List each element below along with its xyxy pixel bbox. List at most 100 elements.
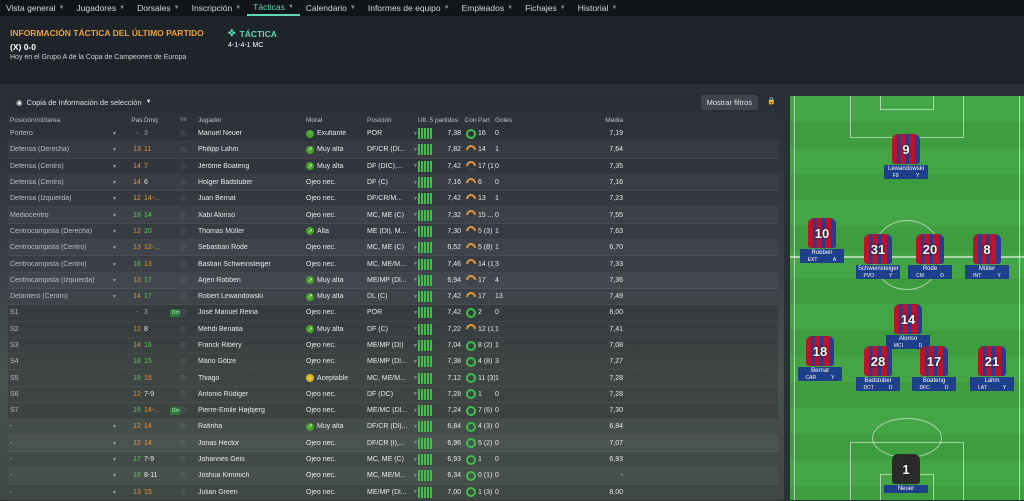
col-jugador[interactable]: Jugador <box>196 117 306 124</box>
table-row[interactable]: Centrocampista (Derecha) ▾ 12 20 ⓘ Thomas Mül… <box>8 224 778 241</box>
table-row[interactable]: Centrocampista (Centro) ▾ 16 13 ⓘ Bastian Sch… <box>8 256 778 273</box>
menu-9[interactable]: Historial ▼ <box>572 0 624 16</box>
table-row[interactable]: S4 18 15 ⓘ Mario Götze Ojeo nec. ME/MP (DI... ▼… <box>8 354 778 371</box>
menu-2[interactable]: Dorsales ▼ <box>131 0 186 16</box>
dropdown-icon[interactable]: ▾ <box>113 261 130 268</box>
dropdown-icon[interactable]: ▾ <box>113 440 130 447</box>
dropdown-icon[interactable]: ▾ <box>113 195 130 202</box>
col-moral[interactable]: Moral <box>306 117 367 124</box>
col-dmq[interactable]: Dmq <box>144 117 168 124</box>
player-name[interactable]: Juan Bernat <box>196 195 306 202</box>
table-row[interactable]: Centrocampista (Centro) ▾ 13 12-... ⓘ Sebasti… <box>8 240 778 257</box>
menu-6[interactable]: Informes de equipo ▼ <box>362 0 456 16</box>
dropdown-icon[interactable]: ▾ <box>113 212 130 219</box>
dropdown-icon[interactable]: ▾ <box>113 179 130 186</box>
col-pas[interactable]: Pas <box>130 117 144 124</box>
table-row[interactable]: Defensa (Derecha) ▾ 13 11 ⓘ Philipp Lahm ↗ Muy … <box>8 142 778 159</box>
player-name[interactable]: Franck Ribéry <box>196 342 306 349</box>
table-row[interactable]: Defensa (Centro) ▾ 14 6 ⓘ Holger Badstuber Oje… <box>8 174 778 192</box>
menu-4[interactable]: Tácticas ▼ <box>247 0 300 16</box>
pitch-player[interactable]: 1 Neuer <box>884 454 928 493</box>
dropdown-icon[interactable]: ▾ <box>113 228 130 235</box>
menu-0[interactable]: Vista general ▼ <box>0 0 70 16</box>
player-name[interactable]: Jérôme Boateng <box>196 163 306 170</box>
table-row[interactable]: S1-3 Dm ⓘ José Manuel Reina Ojeo nec. POR ▼ 7,4… <box>8 305 778 322</box>
col-part[interactable]: Part <box>478 117 495 124</box>
pitch-player[interactable]: 17 Boateng DFC D <box>912 346 956 391</box>
player-name[interactable]: Philipp Lahm <box>196 146 306 153</box>
player-name[interactable]: Jonas Hector <box>196 440 306 447</box>
player-name[interactable]: Mario Götze <box>196 358 306 365</box>
player-name[interactable]: Manuel Neuer <box>196 130 306 137</box>
player-name[interactable]: José Manuel Reina <box>196 309 306 316</box>
player-name[interactable]: Robert Lewandowski <box>196 293 306 300</box>
col-media[interactable]: Media <box>515 117 625 124</box>
table-row[interactable]: Centrocampista (Izquierda) ▾ 13 17 ⓘ Arjen Ro… <box>8 272 778 289</box>
table-row[interactable]: S2 12 8 ⓘ Mehdi Benatia ↗ Muy alta DF (C) ▼ 7,22 1… <box>8 321 778 338</box>
pitch-player[interactable]: 9 Lewandowski F9 Y <box>884 134 928 179</box>
pitch-player[interactable]: 8 Müller INT Y <box>965 234 1009 279</box>
pitch-player[interactable]: 20 Rode CM D <box>908 234 952 279</box>
player-name[interactable]: Arjen Robben <box>196 277 306 284</box>
dropdown-icon[interactable]: ▾ <box>113 277 130 284</box>
player-name[interactable]: Mehdi Benatia <box>196 326 306 333</box>
player-name[interactable]: Thomas Müller <box>196 228 306 235</box>
table-row[interactable]: Delantero (Centro) ▾ 14 17 ⓘ Robert Lewandows… <box>8 289 778 306</box>
table-row[interactable]: - ▾ 13 15 ⓘ Julian Green Ojeo nec. ME/MP (Dl...… <box>8 485 778 501</box>
col-inf[interactable]: Inf <box>180 117 196 123</box>
col-ult5[interactable]: Últ. 5 partidos <box>418 117 463 124</box>
dropdown-icon[interactable]: ▾ <box>113 130 130 137</box>
last-match-score[interactable]: (X) 0-0 <box>10 42 36 52</box>
col-posicion[interactable]: Posición <box>367 117 418 124</box>
pitch-player[interactable]: 21 Lahm LAT Y <box>970 346 1014 391</box>
pitch-player[interactable]: 31 Schweinsteiger PVO Y <box>856 234 900 279</box>
dropdown-icon[interactable]: ▾ <box>113 146 130 153</box>
menu-7[interactable]: Empleados ▼ <box>456 0 519 16</box>
player-name[interactable]: Julian Green <box>196 489 306 496</box>
pitch-player[interactable]: 10 Robben EXT A <box>800 218 844 263</box>
player-name[interactable]: Holger Badstuber <box>196 179 306 186</box>
menu-1[interactable]: Jugadores ▼ <box>70 0 131 16</box>
pitch-player[interactable]: 28 Badstuber DCT D <box>856 346 900 391</box>
show-filters-button[interactable]: Mostrar filtros <box>700 95 758 110</box>
table-row[interactable]: Defensa (Izquierda) ▾ 12 14-... ⓘ Juan Bernat… <box>8 191 778 208</box>
dropdown-icon[interactable]: ▾ <box>113 423 130 430</box>
formation-label[interactable]: 4-1-4-1 MC <box>228 42 263 49</box>
dropdown-icon[interactable]: ▾ <box>113 472 130 479</box>
player-name[interactable]: Joshua Kimmich <box>196 472 306 479</box>
player-name[interactable]: Pierre-Emile Højbjerg <box>196 407 306 414</box>
col-goles[interactable]: Goles <box>495 117 515 124</box>
col-con[interactable]: Con <box>463 117 478 124</box>
menu-3[interactable]: Inscripción ▼ <box>186 0 248 16</box>
menu-5[interactable]: Calendario ▼ <box>300 0 362 16</box>
table-row[interactable]: S6 12 7-9 ⓘ Antonio Rüdiger Ojeo nec. DF (DC) ▼… <box>8 386 778 404</box>
menu-8[interactable]: Fichajes ▼ <box>519 0 572 16</box>
table-row[interactable]: - ▾ 12 14 ⓘ Rafinha ↗ Muy alta DF/CR (Dl)... ▼ 6,8… <box>8 419 778 436</box>
dropdown-icon[interactable]: ▾ <box>113 293 130 300</box>
dropdown-icon[interactable]: ▾ <box>113 489 130 496</box>
table-row[interactable]: S5 18 15 ⓘ Thiago → Aceptable MC, ME/M... ▼ 7,12 1… <box>8 370 778 387</box>
table-row[interactable]: - ▾ 12 14 ⓘ Jonas Hector Ojeo nec. DF/CR (I),..… <box>8 435 778 452</box>
player-name[interactable]: Johannes Geis <box>196 456 306 463</box>
table-row[interactable]: - ▾ 17 7-9 ⓘ Johannes Geis Ojeo nec. MC, ME (C)… <box>8 452 778 469</box>
table-row[interactable]: S7 16 14-... Dm ⓘ Pierre-Emile Højbjerg Ojeo n… <box>8 403 778 420</box>
player-name[interactable]: Bastian Schweinsteiger <box>196 261 306 268</box>
table-row[interactable]: - ▾ 16 8-11 ⓘ Joshua Kimmich Ojeo nec. MC, ME/M… <box>8 468 778 485</box>
table-row[interactable]: S3 14 16 ⓘ Franck Ribéry Ojeo nec. ME/MP (DI) ▼… <box>8 337 778 355</box>
lock-icon[interactable]: 🔒 <box>767 97 776 105</box>
dropdown-icon[interactable]: ▾ <box>113 163 130 170</box>
pitch-player[interactable]: 18 Bernat CAR Y <box>798 336 842 381</box>
player-name[interactable]: Xabi Alonso <box>196 212 306 219</box>
view-selector[interactable]: ◉ Copia de Información de selección ▼ <box>8 92 160 112</box>
table-row[interactable]: Mediocentro ▾ 18 14 ⓘ Xabi Alonso Ojeo nec. MC,… <box>8 207 778 224</box>
dropdown-icon[interactable]: ▾ <box>113 244 130 251</box>
table-row[interactable]: Defensa (Centro) ▾ 14 7 ⓘ Jérôme Boateng ↗ Muy … <box>8 159 778 175</box>
player-name[interactable]: Thiago <box>196 375 306 382</box>
dropdown-icon[interactable]: ▾ <box>113 456 130 463</box>
player-name[interactable]: Sebastian Rode <box>196 244 306 251</box>
table-row[interactable]: Portero ▾ -3 ⓘ Manuel Neuer ↑ Exultante POR ▼ 7,3… <box>8 126 778 143</box>
player-name[interactable]: Antonio Rüdiger <box>196 391 306 398</box>
col-pos[interactable]: Posición/rol/tarea <box>8 117 113 124</box>
pitch-player[interactable]: 14 Alonso MCI D <box>886 304 930 349</box>
player-name[interactable]: Rafinha <box>196 423 306 430</box>
